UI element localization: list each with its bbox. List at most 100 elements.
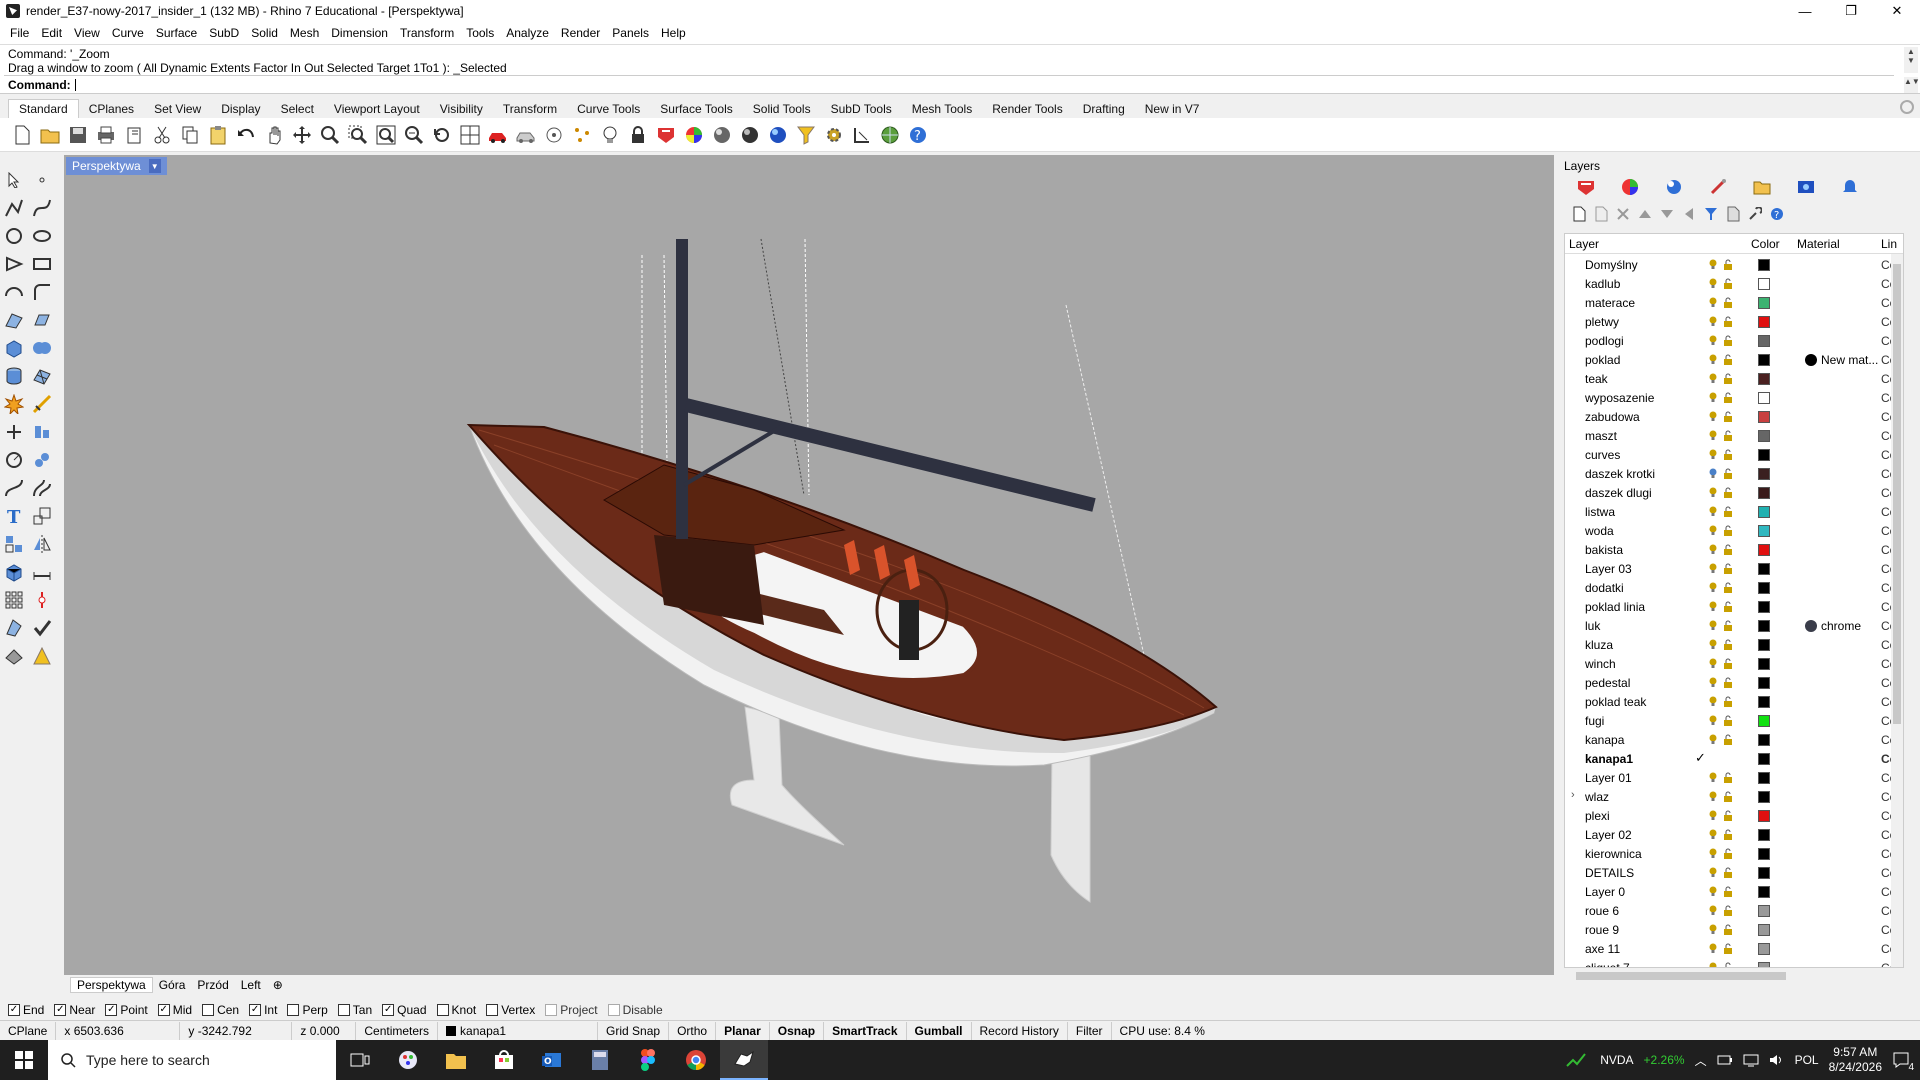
layer-color-swatch[interactable] (1758, 468, 1770, 480)
layer-color-swatch[interactable] (1758, 487, 1770, 499)
zoom-selected-icon[interactable] (402, 123, 426, 147)
boolean-union-icon[interactable] (30, 336, 54, 360)
import-icon[interactable] (122, 123, 146, 147)
light-bulb-icon[interactable] (598, 123, 622, 147)
copy-icon[interactable] (178, 123, 202, 147)
layer-color-swatch[interactable] (1758, 525, 1770, 537)
layer-color-swatch[interactable] (1758, 734, 1770, 746)
tab-set-view[interactable]: Set View (144, 100, 211, 118)
menu-subd[interactable]: SubD (203, 26, 245, 40)
layer-row[interactable]: DETAILSCor (1565, 863, 1903, 882)
column-header-color[interactable]: Color (1751, 237, 1780, 251)
layer-row[interactable]: wyposazenieCor (1565, 388, 1903, 407)
minimize-button[interactable]: — (1782, 0, 1828, 22)
unlock-icon[interactable] (1723, 601, 1733, 612)
layer-row[interactable]: roue 9Cor (1565, 920, 1903, 939)
surface-corner-icon[interactable] (2, 308, 26, 332)
unlock-icon[interactable] (1723, 297, 1733, 308)
osnap-toggle[interactable]: Osnap (770, 1021, 825, 1040)
restore-button[interactable]: ❐ (1828, 0, 1874, 22)
dimension-icon[interactable] (2, 448, 26, 472)
calculator-icon[interactable] (576, 1040, 624, 1080)
food4rhino-globe-icon[interactable] (878, 123, 902, 147)
store-icon[interactable] (480, 1040, 528, 1080)
point-icon[interactable] (30, 168, 54, 192)
unlock-icon[interactable] (1723, 316, 1733, 327)
offset-curve-icon[interactable] (30, 476, 54, 500)
print-icon[interactable] (94, 123, 118, 147)
layer-material[interactable]: chrome (1805, 619, 1861, 633)
polygon-icon[interactable] (2, 252, 26, 276)
rotate-view-icon[interactable] (290, 123, 314, 147)
layer-color-swatch[interactable] (1758, 335, 1770, 347)
visibility-bulb-icon[interactable] (1709, 943, 1717, 954)
viewport-tab-gora[interactable]: Góra (153, 978, 192, 992)
rectangle-icon[interactable] (30, 252, 54, 276)
layer-row[interactable]: listwaCor (1565, 502, 1903, 521)
unlock-icon[interactable] (1723, 696, 1733, 707)
visibility-bulb-icon[interactable] (1709, 335, 1717, 346)
layer-color-swatch[interactable] (1758, 962, 1770, 967)
layer-shield-icon[interactable] (654, 123, 678, 147)
osnap-checkbox[interactable] (287, 1004, 300, 1016)
visibility-bulb-icon[interactable] (1709, 278, 1717, 289)
visibility-bulb-icon[interactable] (1709, 810, 1717, 821)
tab-visibility[interactable]: Visibility (430, 100, 493, 118)
visibility-bulb-icon[interactable] (1709, 905, 1717, 916)
menu-dimension[interactable]: Dimension (325, 26, 394, 40)
layer-row[interactable]: roue 6Cor (1565, 901, 1903, 920)
zoom-extents-icon[interactable] (374, 123, 398, 147)
unlock-icon[interactable] (1723, 829, 1733, 840)
tab-subd-tools[interactable]: SubD Tools (821, 100, 902, 118)
layer-row[interactable]: zabudowaCor (1565, 407, 1903, 426)
layer-filter-icon[interactable] (1702, 205, 1720, 223)
osnap-near[interactable]: ✓ Near (54, 1003, 95, 1017)
notifications-tab-icon[interactable] (1840, 177, 1860, 197)
outlook-icon[interactable]: O (528, 1040, 576, 1080)
tab-transform[interactable]: Transform (493, 100, 567, 118)
add-viewport-tab-icon[interactable]: ⊕ (267, 978, 289, 992)
distance-icon[interactable] (30, 560, 54, 584)
menu-view[interactable]: View (68, 26, 106, 40)
unlock-icon[interactable] (1723, 487, 1733, 498)
osnap-point[interactable]: ✓ Point (105, 1003, 148, 1017)
analyze-icon[interactable] (2, 616, 26, 640)
new-file-icon[interactable] (10, 123, 34, 147)
osnap-cen[interactable]: Cen (202, 1003, 239, 1017)
four-viewports-icon[interactable] (458, 123, 482, 147)
tab-solid-tools[interactable]: Solid Tools (743, 100, 821, 118)
layer-row[interactable]: kanapaCor (1565, 730, 1903, 749)
visibility-bulb-icon[interactable] (1709, 715, 1717, 726)
visibility-bulb-icon[interactable] (1709, 582, 1717, 593)
layer-color-swatch[interactable] (1758, 658, 1770, 670)
layer-table-horizontal-scrollbar[interactable] (1564, 970, 1904, 982)
layer-row[interactable]: lukchromeCor (1565, 616, 1903, 635)
record-history-toggle[interactable]: Record History (972, 1021, 1068, 1040)
visibility-bulb-icon[interactable] (1709, 696, 1717, 707)
split-icon[interactable] (30, 392, 54, 416)
gumball-toggle[interactable]: Gumball (907, 1021, 972, 1040)
arc-icon[interactable] (2, 280, 26, 304)
layer-help-icon[interactable]: ? (1768, 205, 1786, 223)
layer-row[interactable]: winchCor (1565, 654, 1903, 673)
unlock-icon[interactable] (1723, 924, 1733, 935)
osnap-perp[interactable]: Perp (287, 1003, 328, 1017)
filter-toggle[interactable]: Filter (1068, 1021, 1112, 1040)
open-folder-icon[interactable] (38, 123, 62, 147)
visibility-bulb-icon[interactable] (1709, 772, 1717, 783)
mirror-icon[interactable] (30, 532, 54, 556)
menu-render[interactable]: Render (555, 26, 606, 40)
input-language[interactable]: POL (1795, 1053, 1819, 1067)
help-icon[interactable]: ? (906, 123, 930, 147)
group-icon[interactable] (2, 532, 26, 556)
array-icon[interactable] (2, 588, 26, 612)
menu-transform[interactable]: Transform (394, 26, 460, 40)
unlock-icon[interactable] (1723, 962, 1733, 968)
visibility-bulb-icon[interactable] (1709, 430, 1717, 441)
visibility-bulb-icon[interactable] (1709, 848, 1717, 859)
layer-color-swatch[interactable] (1758, 715, 1770, 727)
osnap-end[interactable]: ✓ End (8, 1003, 44, 1017)
visibility-bulb-icon[interactable] (1709, 924, 1717, 935)
save-icon[interactable] (66, 123, 90, 147)
osnap-target-icon[interactable] (542, 123, 566, 147)
